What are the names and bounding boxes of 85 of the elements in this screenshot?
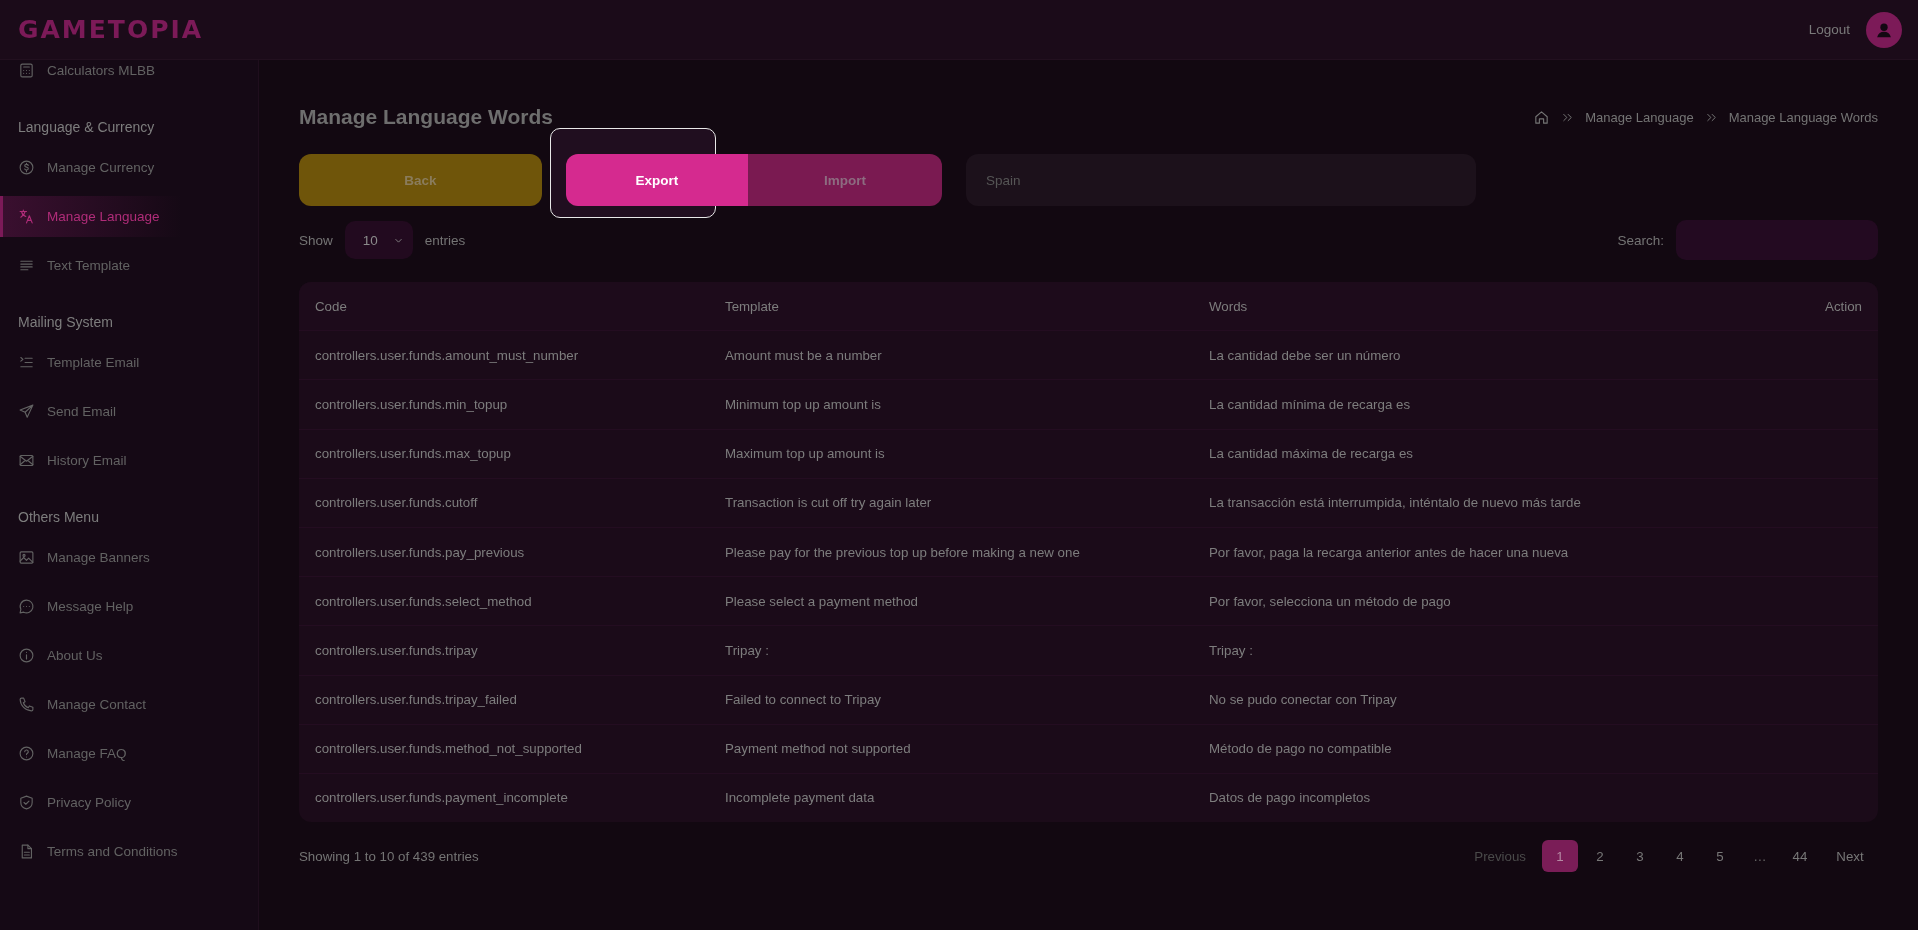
info-icon xyxy=(18,647,35,664)
table-cell-text: No se pudo conectar con Tripay xyxy=(1208,692,1398,708)
sidebar-item[interactable]: Terms and Conditions xyxy=(0,831,258,872)
table-cell-text: Por favor, selecciona un método de pago xyxy=(1208,593,1452,609)
table-cell-text: controllers.user.funds.amount_must_number xyxy=(314,347,580,363)
avatar[interactable] xyxy=(1866,11,1902,48)
envelope-icon xyxy=(18,452,35,469)
translate-icon xyxy=(18,208,35,225)
page-link[interactable]: 44 xyxy=(1782,840,1818,873)
table-cell-text: controllers.user.funds.tripay xyxy=(314,642,479,658)
calculator-icon xyxy=(18,62,35,79)
table-cell-text: controllers.user.funds.max_topup xyxy=(314,446,512,462)
sidebar-item[interactable]: Send Email xyxy=(0,391,258,432)
table-cell-text: Please pay for the previous top up before making a new one xyxy=(724,544,1081,560)
logout-link[interactable]: Logout xyxy=(1808,22,1850,37)
table-cell-text: Tripay : xyxy=(724,642,770,658)
table-cell-text: Incomplete payment data xyxy=(724,790,876,806)
ellipsis: … xyxy=(1752,847,1768,866)
language-field[interactable]: Spain xyxy=(966,154,1476,206)
logo[interactable]: GAMETOPIA xyxy=(18,15,204,44)
table-cell-text: Failed to connect to Tripay xyxy=(724,692,882,708)
table-cell-text: Amount must be a number xyxy=(724,347,883,363)
table-cell-text: controllers.user.funds.select_method xyxy=(314,593,533,609)
table-cell-text: Por favor, paga la recarga anterior antes de hacer una nueva xyxy=(1208,544,1570,560)
page-link[interactable]: 1 xyxy=(1542,840,1578,873)
table-cell-text: Payment method not supported xyxy=(724,741,912,757)
table-cell-text: controllers.user.funds.cutoff xyxy=(314,495,479,511)
table-cell-text: controllers.user.funds.min_topup xyxy=(314,396,509,412)
search-label: Search: xyxy=(1617,232,1664,248)
image-icon xyxy=(18,549,35,566)
section-heading: Mailing System xyxy=(17,313,114,332)
sidebar-item[interactable]: Manage Banners xyxy=(0,537,258,578)
table-cell-text: La cantidad debe ser un número xyxy=(1208,347,1402,363)
sidebar-item[interactable]: Manage FAQ xyxy=(0,733,258,774)
table-cell-text: controllers.user.funds.tripay_failed xyxy=(314,692,518,708)
home-icon[interactable] xyxy=(1533,108,1551,126)
back-button[interactable]: Back xyxy=(299,154,542,206)
table-cell-text: controllers.user.funds.pay_previous xyxy=(314,544,526,560)
paper-plane-icon xyxy=(18,403,35,420)
table-cell-text: Método de pago no compatible xyxy=(1208,741,1393,757)
entries-select[interactable]: 10 xyxy=(344,221,413,259)
table-cell-text: Transaction is cut off try again later xyxy=(724,495,933,511)
entries-info: Showing 1 to 10 of 439 entries xyxy=(299,848,479,864)
sidebar-item[interactable]: Message Help xyxy=(0,586,258,627)
sidebar-item[interactable]: Text Template xyxy=(0,245,258,286)
table-cell-text: Tripay : xyxy=(1208,642,1254,658)
column-header[interactable]: Words xyxy=(1193,298,1758,314)
sidebar-item[interactable]: History Email xyxy=(0,440,258,481)
export-button[interactable]: Export xyxy=(566,154,748,206)
sidebar-item[interactable]: Privacy Policy xyxy=(0,782,258,823)
table-cell-text: La cantidad máxima de recarga es xyxy=(1208,446,1414,462)
table-cell-text: La transacción está interrumpida, inténtalo de nuevo más tarde xyxy=(1208,495,1582,511)
page-link[interactable]: 5 xyxy=(1702,840,1738,873)
column-header[interactable]: Code xyxy=(299,298,709,314)
entries-label: entries xyxy=(424,232,466,248)
sidebar-item[interactable]: About Us xyxy=(0,635,258,676)
breadcrumb-link[interactable]: Manage Language Words xyxy=(1728,109,1878,125)
breadcrumb-link[interactable]: Manage Language xyxy=(1585,109,1694,125)
table-cell-text: Minimum top up amount is xyxy=(724,396,882,412)
page-title: Manage Language Words xyxy=(299,105,553,129)
section-heading: Others Menu xyxy=(17,508,100,527)
import-button[interactable]: Import xyxy=(748,154,942,206)
table-cell-text: controllers.user.funds.method_not_supported xyxy=(314,741,583,757)
table-cell-text: controllers.user.funds.payment_incomplete xyxy=(314,790,569,806)
table-cell-text: La cantidad mínima de recarga es xyxy=(1208,396,1412,412)
column-header[interactable]: Template xyxy=(709,298,1193,314)
dollar-circle-icon xyxy=(18,159,35,176)
section-heading: Language & Currency xyxy=(17,118,156,137)
phone-icon xyxy=(18,696,35,713)
column-header[interactable]: Action xyxy=(1758,298,1878,314)
page-link[interactable]: 4 xyxy=(1662,840,1698,873)
sidebar-item[interactable]: Calculators MLBB xyxy=(0,50,258,91)
table-cell-text: Datos de pago incompletos xyxy=(1208,790,1372,806)
show-label: Show xyxy=(299,232,333,248)
table-cell-text: Please select a payment method xyxy=(724,593,919,609)
page-link[interactable]: 3 xyxy=(1622,840,1658,873)
question-icon xyxy=(18,745,35,762)
sidebar-item[interactable]: Manage Contact xyxy=(0,684,258,725)
shield-check-icon xyxy=(18,794,35,811)
next-link[interactable]: Next xyxy=(1822,840,1878,873)
page-link[interactable]: 2 xyxy=(1582,840,1618,873)
chat-bubble-icon xyxy=(18,598,35,615)
sidebar-item[interactable]: Template Email xyxy=(0,342,258,383)
table-cell-text: Maximum top up amount is xyxy=(724,446,886,462)
sidebar-item[interactable]: Manage Currency xyxy=(0,147,258,188)
